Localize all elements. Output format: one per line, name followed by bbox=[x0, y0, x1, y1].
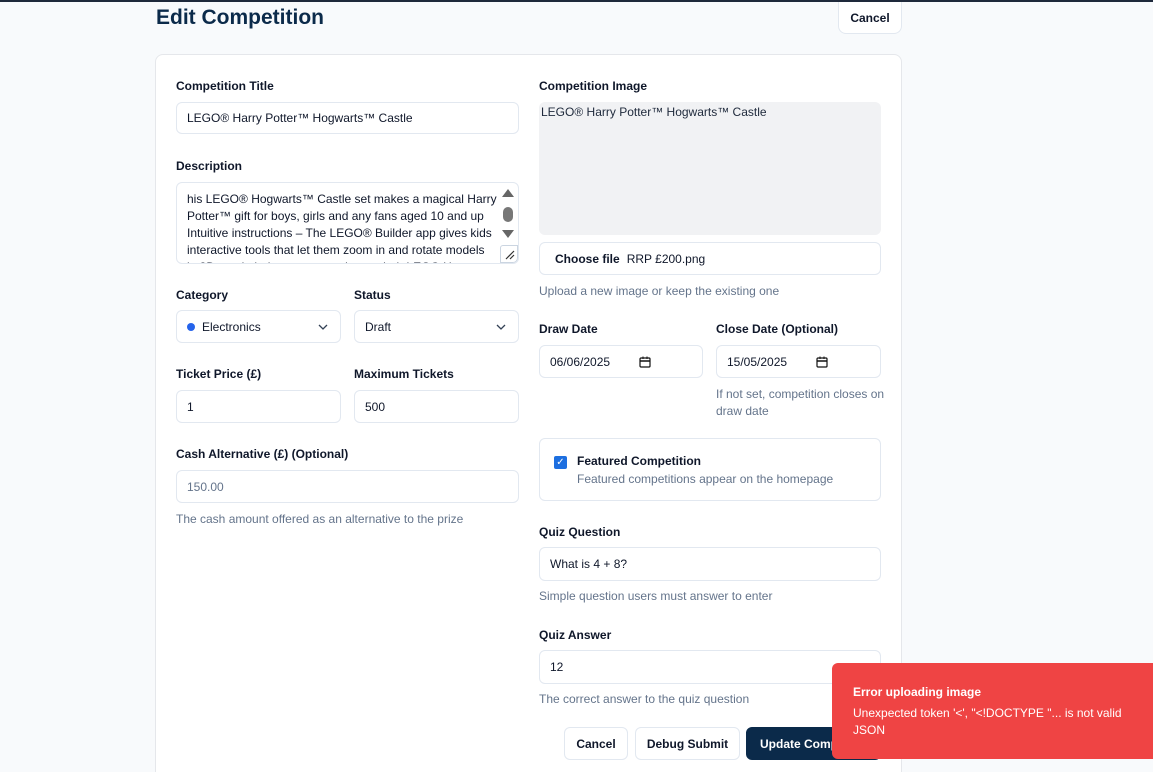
description-label: Description bbox=[176, 159, 243, 173]
chevron-down-icon bbox=[496, 324, 506, 330]
quiz-question-input[interactable]: What is 4 + 8? bbox=[539, 547, 881, 581]
chevron-down-icon bbox=[318, 324, 328, 330]
cash-alt-label: Cash Alternative (£) (Optional) bbox=[176, 447, 349, 461]
max-tickets-label: Maximum Tickets bbox=[354, 367, 454, 381]
ticket-price-label: Ticket Price (£) bbox=[176, 367, 262, 381]
debug-submit-button[interactable]: Debug Submit bbox=[635, 727, 740, 760]
draw-date-value: 06/06/2025 bbox=[550, 354, 611, 369]
status-label: Status bbox=[354, 288, 391, 302]
category-label: Category bbox=[176, 288, 229, 302]
status-value: Draft bbox=[365, 319, 392, 334]
file-name: RRP £200.png bbox=[626, 251, 706, 266]
featured-checkbox[interactable]: ✓ bbox=[554, 456, 567, 469]
close-date-label: Close Date (Optional) bbox=[716, 322, 839, 336]
choose-file-button[interactable]: Choose file bbox=[555, 252, 620, 266]
competition-image bbox=[539, 102, 881, 235]
quiz-answer-input[interactable]: 12 bbox=[539, 650, 881, 684]
cancel-button[interactable]: Cancel bbox=[564, 727, 628, 760]
image-file-input[interactable]: Choose file RRP £200.png bbox=[539, 242, 881, 275]
textarea-scrollbar[interactable] bbox=[500, 187, 516, 245]
close-date-input[interactable]: 15/05/2025 bbox=[716, 345, 881, 378]
category-dot-icon bbox=[187, 322, 195, 331]
title-label: Competition Title bbox=[176, 79, 274, 93]
toast-title: Error uploading image bbox=[853, 685, 982, 699]
description-textarea[interactable]: his LEGO® Hogwarts™ Castle set makes a m… bbox=[176, 182, 519, 264]
description-text: his LEGO® Hogwarts™ Castle set makes a m… bbox=[187, 192, 497, 263]
quiz-question-hint: Simple question users must answer to ent… bbox=[539, 589, 773, 603]
top-cancel-button[interactable]: Cancel bbox=[838, 2, 902, 34]
close-date-hint: If not set, competition closes on draw d… bbox=[716, 387, 885, 418]
quiz-answer-label: Quiz Answer bbox=[539, 628, 612, 642]
title-input[interactable]: LEGO® Harry Potter™ Hogwarts™ Castle bbox=[176, 102, 519, 134]
status-select[interactable]: Draft bbox=[354, 310, 519, 343]
resize-handle-icon[interactable] bbox=[500, 245, 518, 263]
calendar-icon[interactable] bbox=[639, 356, 651, 368]
featured-hint: Featured competitions appear on the home… bbox=[577, 472, 834, 486]
max-tickets-input[interactable]: 500 bbox=[354, 390, 519, 423]
image-hint: Upload a new image or keep the existing … bbox=[539, 284, 780, 298]
draw-date-input[interactable]: 06/06/2025 bbox=[539, 345, 703, 378]
close-date-value: 15/05/2025 bbox=[727, 354, 788, 369]
category-select[interactable]: Electronics bbox=[176, 310, 341, 343]
draw-date-label: Draw Date bbox=[539, 322, 598, 336]
calendar-icon[interactable] bbox=[816, 356, 828, 368]
quiz-question-label: Quiz Question bbox=[539, 525, 621, 539]
ticket-price-input[interactable]: 1 bbox=[176, 390, 341, 423]
cash-alt-hint: The cash amount offered as an alternativ… bbox=[176, 512, 464, 526]
featured-option: ✓ Featured Competition Featured competit… bbox=[539, 438, 881, 501]
image-label: Competition Image bbox=[539, 79, 648, 93]
cash-alt-input[interactable]: 150.00 bbox=[176, 470, 519, 503]
error-toast[interactable]: Error uploading image Unexpected token '… bbox=[832, 663, 1153, 759]
featured-label: Featured Competition bbox=[577, 454, 702, 468]
category-value: Electronics bbox=[202, 319, 261, 334]
toast-message: Unexpected token '<', "<!DOCTYPE "... is… bbox=[853, 706, 1122, 737]
page-title: Edit Competition bbox=[156, 6, 324, 29]
image-alt-text: LEGO® Harry Potter™ Hogwarts™ Castle bbox=[541, 105, 767, 119]
quiz-answer-hint: The correct answer to the quiz question bbox=[539, 692, 750, 706]
